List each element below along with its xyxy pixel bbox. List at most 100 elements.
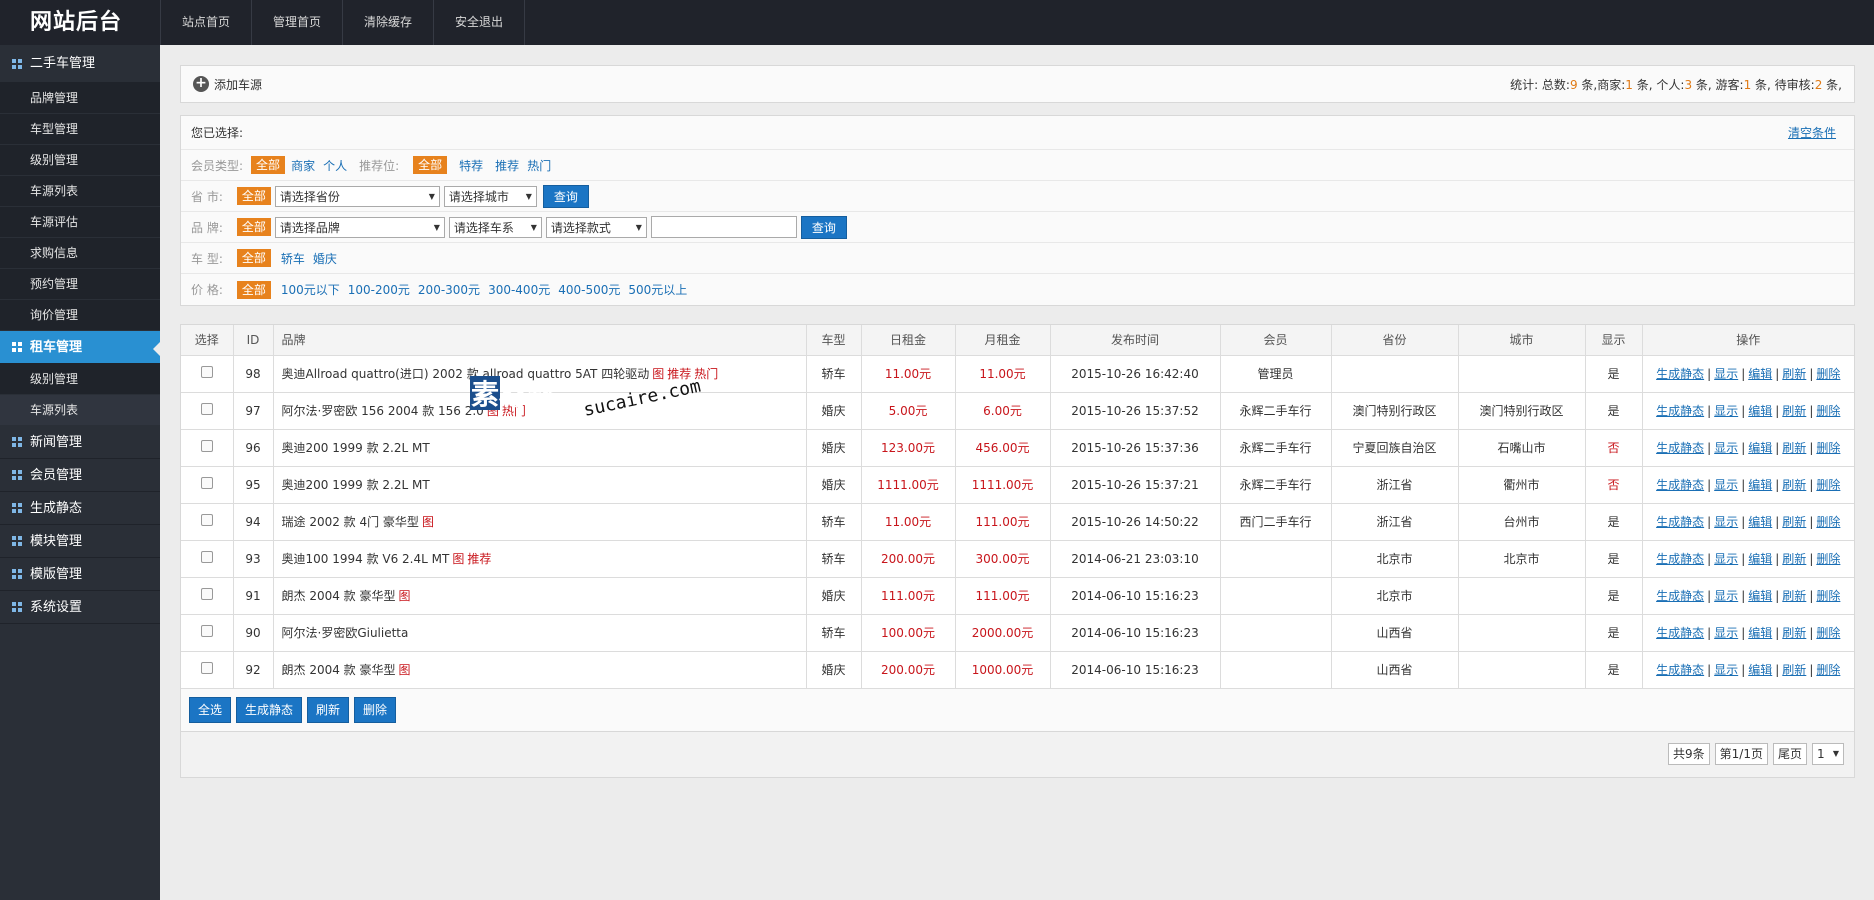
op-link[interactable]: 生成静态	[1656, 367, 1704, 381]
sidebar-item-rental-list[interactable]: 车源列表	[0, 395, 160, 426]
keyword-input[interactable]	[650, 216, 797, 238]
op-link[interactable]: 生成静态	[1656, 515, 1704, 529]
op-link[interactable]: 生成静态	[1656, 552, 1704, 566]
op-link[interactable]: 编辑	[1748, 663, 1772, 677]
op-link[interactable]: 显示	[1714, 441, 1738, 455]
op-link[interactable]: 删除	[1816, 515, 1840, 529]
op-link[interactable]: 显示	[1714, 626, 1738, 640]
sidebar-section-templates[interactable]: 模版管理	[0, 558, 160, 591]
delete-button[interactable]: 删除	[354, 696, 397, 723]
brand-all-tag[interactable]: 全部	[236, 218, 271, 236]
brand-text[interactable]: 奥迪100 1994 款 V6 2.4L MT	[282, 552, 450, 566]
style-select[interactable]: 请选择款式 ▼	[545, 216, 647, 238]
recommend-all-tag[interactable]: 全部	[413, 156, 448, 174]
op-link[interactable]: 显示	[1714, 404, 1738, 418]
sidebar-item-inquiry[interactable]: 询价管理	[0, 300, 160, 331]
op-link[interactable]: 删除	[1816, 441, 1840, 455]
pager-last[interactable]: 尾页	[1772, 743, 1807, 765]
member-all-tag[interactable]: 全部	[251, 156, 286, 174]
brand-text[interactable]: 阿尔法·罗密欧 156 2004 款 156 2.0	[282, 404, 484, 418]
row-checkbox[interactable]	[200, 403, 213, 415]
city-select[interactable]: 请选择城市 ▼	[443, 185, 537, 207]
op-link[interactable]: 编辑	[1748, 441, 1772, 455]
sidebar-item-rental-level[interactable]: 级别管理	[0, 364, 160, 395]
op-link[interactable]: 刷新	[1782, 552, 1806, 566]
sidebar-item-brand[interactable]: 品牌管理	[0, 83, 160, 114]
recommend-hot-link[interactable]: 热门	[527, 157, 551, 174]
op-link[interactable]: 刷新	[1782, 367, 1806, 381]
nav-clear-cache[interactable]: 清除缓存	[342, 0, 433, 45]
price-option[interactable]: 100-200元	[348, 281, 410, 298]
sidebar-item-model[interactable]: 车型管理	[0, 114, 160, 145]
recommend-link[interactable]: 推荐	[495, 157, 519, 174]
op-link[interactable]: 编辑	[1748, 478, 1772, 492]
brand-text[interactable]: 朗杰 2004 款 豪华型	[282, 663, 396, 677]
row-checkbox[interactable]	[200, 662, 213, 674]
op-link[interactable]: 编辑	[1748, 515, 1772, 529]
pager-select[interactable]: 1 ▼	[1812, 743, 1844, 765]
row-checkbox[interactable]	[200, 625, 213, 637]
sidebar-section-members[interactable]: 会员管理	[0, 459, 160, 492]
op-link[interactable]: 刷新	[1782, 589, 1806, 603]
cartype-all-tag[interactable]: 全部	[236, 249, 271, 267]
cartype-wedding-link[interactable]: 婚庆	[313, 250, 337, 267]
op-link[interactable]: 刷新	[1782, 478, 1806, 492]
op-link[interactable]: 删除	[1816, 626, 1840, 640]
cartype-sedan-link[interactable]: 轿车	[281, 250, 305, 267]
op-link[interactable]: 删除	[1816, 367, 1840, 381]
row-checkbox[interactable]	[200, 551, 213, 563]
sidebar-section-used-car[interactable]: 二手车管理	[0, 45, 160, 83]
op-link[interactable]: 显示	[1714, 589, 1738, 603]
nav-logout[interactable]: 安全退出	[433, 0, 526, 45]
op-link[interactable]: 生成静态	[1656, 441, 1704, 455]
op-link[interactable]: 显示	[1714, 515, 1738, 529]
recommend-special-link[interactable]: 特荐	[459, 157, 483, 174]
op-link[interactable]: 删除	[1816, 663, 1840, 677]
series-select[interactable]: 请选择车系 ▼	[448, 216, 542, 238]
price-option[interactable]: 200-300元	[418, 281, 480, 298]
row-checkbox[interactable]	[200, 366, 213, 378]
brand-text[interactable]: 瑞途 2002 款 4门 豪华型	[282, 515, 419, 529]
sidebar-section-news[interactable]: 新闻管理	[0, 426, 160, 459]
generate-static-button[interactable]: 生成静态	[236, 696, 303, 723]
op-link[interactable]: 刷新	[1782, 515, 1806, 529]
op-link[interactable]: 显示	[1714, 552, 1738, 566]
op-link[interactable]: 显示	[1714, 663, 1738, 677]
op-link[interactable]: 生成静态	[1656, 589, 1704, 603]
sidebar-section-settings[interactable]: 系统设置	[0, 591, 160, 624]
brand-text[interactable]: 奥迪200 1999 款 2.2L MT	[282, 441, 430, 455]
price-option[interactable]: 100元以下	[281, 281, 340, 298]
refresh-button[interactable]: 刷新	[307, 696, 350, 723]
op-link[interactable]: 刷新	[1782, 663, 1806, 677]
row-checkbox[interactable]	[200, 588, 213, 600]
member-merchant-link[interactable]: 商家	[291, 157, 315, 174]
op-link[interactable]: 生成静态	[1656, 663, 1704, 677]
op-link[interactable]: 刷新	[1782, 404, 1806, 418]
op-link[interactable]: 编辑	[1748, 626, 1772, 640]
sidebar-item-level[interactable]: 级别管理	[0, 145, 160, 176]
sidebar-section-static[interactable]: 生成静态	[0, 492, 160, 525]
brand-text[interactable]: 奥迪200 1999 款 2.2L MT	[282, 478, 430, 492]
member-personal-link[interactable]: 个人	[323, 157, 347, 174]
nav-site-home[interactable]: 站点首页	[160, 0, 251, 45]
row-checkbox[interactable]	[200, 477, 213, 489]
brand-text[interactable]: 朗杰 2004 款 豪华型	[282, 589, 396, 603]
op-link[interactable]: 删除	[1816, 552, 1840, 566]
op-link[interactable]: 显示	[1714, 478, 1738, 492]
price-option[interactable]: 300-400元	[488, 281, 550, 298]
sidebar-section-rental[interactable]: 租车管理	[0, 331, 160, 364]
op-link[interactable]: 刷新	[1782, 626, 1806, 640]
sidebar-item-appointment[interactable]: 预约管理	[0, 269, 160, 300]
brand-select[interactable]: 请选择品牌 ▼	[274, 216, 445, 238]
op-link[interactable]: 删除	[1816, 589, 1840, 603]
price-option[interactable]: 500元以上	[628, 281, 687, 298]
price-option[interactable]: 400-500元	[558, 281, 620, 298]
province-select[interactable]: 请选择省份 ▼	[274, 185, 440, 207]
sidebar-item-evaluation[interactable]: 车源评估	[0, 207, 160, 238]
region-query-button[interactable]: 查询	[542, 184, 589, 208]
region-all-tag[interactable]: 全部	[236, 187, 271, 205]
sidebar-item-wanted[interactable]: 求购信息	[0, 238, 160, 269]
op-link[interactable]: 生成静态	[1656, 626, 1704, 640]
op-link[interactable]: 删除	[1816, 478, 1840, 492]
brand-text[interactable]: 阿尔法·罗密欧Giulietta	[282, 626, 409, 640]
